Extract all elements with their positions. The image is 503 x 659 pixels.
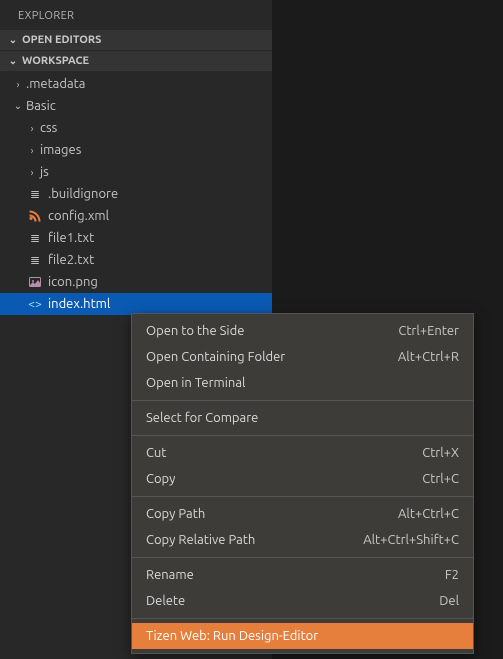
tree-label: config.xml [48,209,109,223]
tree-label: js [40,165,49,179]
menu-shortcut: Ctrl+X [422,446,459,460]
menu-label: Cut [146,446,166,460]
menu-label: Tizen Web: Run Design-Editor [146,629,318,643]
tree-label: Basic [26,99,56,113]
menu-label: Select for Compare [146,411,258,425]
chevron-right-icon: › [12,79,24,90]
menu-copy-relative-path[interactable]: Copy Relative Path Alt+Ctrl+Shift+C [132,527,473,553]
text-file-icon: ≣ [26,253,44,267]
tree-label: .metadata [26,77,85,91]
section-label: WORKSPACE [22,55,89,67]
chevron-right-icon: › [26,145,38,156]
tree-file-file1[interactable]: ≣ file1.txt [0,227,272,249]
tree-folder-basic[interactable]: ⌄ Basic [0,95,272,117]
chevron-right-icon: › [26,123,38,134]
menu-shortcut: Ctrl+Enter [398,324,459,338]
menu-label: Open in Terminal [146,376,245,390]
tree-file-buildignore[interactable]: ≣ .buildignore [0,183,272,205]
code-file-icon: <> [26,298,44,311]
menu-shortcut: Alt+Ctrl+C [398,507,459,521]
menu-label: Open Containing Folder [146,350,285,364]
text-file-icon: ≣ [26,187,44,201]
menu-select-for-compare[interactable]: Select for Compare [132,405,473,431]
tree-file-file2[interactable]: ≣ file2.txt [0,249,272,271]
menu-separator [132,618,473,619]
menu-shortcut: F2 [445,568,459,582]
tree-folder-images[interactable]: › images [0,139,272,161]
tree-label: index.html [48,297,110,311]
menu-delete[interactable]: Delete Del [132,588,473,614]
menu-rename[interactable]: Rename F2 [132,562,473,588]
menu-label: Copy Path [146,507,205,521]
file-tree: › .metadata ⌄ Basic › css › images › js … [0,71,272,317]
chevron-down-icon: ⌄ [6,34,20,46]
tree-file-indexhtml[interactable]: <> index.html [0,293,272,315]
chevron-right-icon: › [26,167,38,178]
image-file-icon [26,276,44,288]
tree-label: css [40,121,57,135]
menu-shortcut: Alt+Ctrl+Shift+C [363,533,459,547]
tree-file-iconpng[interactable]: icon.png [0,271,272,293]
menu-label: Open to the Side [146,324,244,338]
tree-file-configxml[interactable]: config.xml [0,205,272,227]
menu-shortcut: Del [439,594,459,608]
section-open-editors[interactable]: ⌄ OPEN EDITORS [0,30,272,50]
chevron-down-icon: ⌄ [6,55,20,67]
menu-separator [132,496,473,497]
menu-separator [132,435,473,436]
tree-label: file2.txt [48,253,94,267]
chevron-down-icon: ⌄ [12,100,24,112]
menu-separator [132,400,473,401]
tree-label: images [40,143,81,157]
menu-shortcut: Ctrl+C [422,472,459,486]
tree-folder-metadata[interactable]: › .metadata [0,73,272,95]
menu-open-to-side[interactable]: Open to the Side Ctrl+Enter [132,318,473,344]
menu-tizen-run-design-editor[interactable]: Tizen Web: Run Design-Editor [132,623,473,649]
section-workspace[interactable]: ⌄ WORKSPACE [0,51,272,71]
menu-label: Copy [146,472,175,486]
menu-separator [132,557,473,558]
context-menu: Open to the Side Ctrl+Enter Open Contain… [131,313,474,654]
tree-label: file1.txt [48,231,94,245]
tree-label: icon.png [48,275,98,289]
menu-cut[interactable]: Cut Ctrl+X [132,440,473,466]
menu-copy-path[interactable]: Copy Path Alt+Ctrl+C [132,501,473,527]
text-file-icon: ≣ [26,231,44,245]
tree-folder-js[interactable]: › js [0,161,272,183]
rss-icon [26,210,44,222]
menu-label: Copy Relative Path [146,533,255,547]
menu-shortcut: Alt+Ctrl+R [398,350,459,364]
section-label: OPEN EDITORS [22,34,101,46]
menu-label: Rename [146,568,194,582]
menu-label: Delete [146,594,185,608]
menu-open-containing-folder[interactable]: Open Containing Folder Alt+Ctrl+R [132,344,473,370]
tree-label: .buildignore [48,187,118,201]
menu-copy[interactable]: Copy Ctrl+C [132,466,473,492]
sidebar-title: EXPLORER [0,0,272,30]
menu-open-in-terminal[interactable]: Open in Terminal [132,370,473,396]
tree-folder-css[interactable]: › css [0,117,272,139]
